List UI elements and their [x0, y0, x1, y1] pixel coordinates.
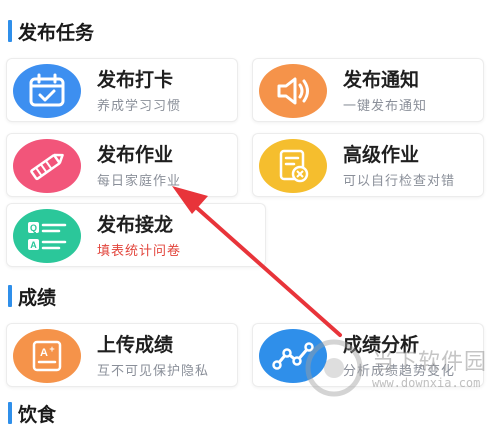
advanced-homework-card[interactable]: 高级作业 可以自行检查对错 — [252, 133, 484, 197]
section-title-publish: 发布任务 — [8, 20, 95, 44]
svg-text:Q: Q — [30, 223, 37, 233]
card-title: 发布打卡 — [97, 69, 174, 91]
card-title: 发布接龙 — [97, 214, 174, 236]
section-title-text: 饮食 — [18, 403, 57, 426]
publish-notice-card[interactable]: 发布通知 一键发布通知 — [252, 58, 484, 122]
card-title: 上传成绩 — [97, 334, 174, 356]
card-title: 发布通知 — [343, 69, 420, 91]
section-accent-bar — [8, 402, 12, 424]
qa-list-icon: Q A — [13, 209, 81, 263]
section-title-text: 成绩 — [18, 286, 57, 309]
card-subtitle: 养成学习习惯 — [97, 99, 182, 114]
section-title-next: 饮食 — [8, 402, 57, 426]
pencil-icon — [13, 139, 81, 193]
card-title: 成绩分析 — [343, 334, 420, 356]
score-analysis-card[interactable]: 成绩分析 分析成绩趋势变化 — [252, 323, 484, 387]
document-check-icon — [259, 139, 327, 193]
card-subtitle: 互不可见保护隐私 — [97, 364, 210, 379]
publish-checkin-card[interactable]: 发布打卡 养成学习习惯 — [6, 58, 238, 122]
section-title-scores: 成绩 — [8, 285, 57, 309]
grade-sheet-icon: A + — [13, 329, 81, 383]
publish-homework-card[interactable]: 发布作业 每日家庭作业 — [6, 133, 238, 197]
section-accent-bar — [8, 285, 12, 307]
calendar-check-icon — [13, 64, 81, 118]
publish-relay-card[interactable]: Q A 发布接龙 填表统计问卷 — [6, 203, 266, 267]
speaker-icon — [259, 64, 327, 118]
card-title: 发布作业 — [97, 144, 174, 166]
trend-line-icon — [259, 329, 327, 383]
svg-text:A: A — [40, 347, 48, 359]
section-title-text: 发布任务 — [18, 21, 95, 44]
svg-text:A: A — [30, 240, 37, 250]
card-subtitle: 分析成绩趋势变化 — [343, 364, 456, 379]
card-title: 高级作业 — [343, 144, 420, 166]
card-subtitle: 填表统计问卷 — [97, 244, 182, 259]
svg-text:+: + — [49, 344, 54, 354]
section-accent-bar — [8, 20, 12, 42]
card-subtitle: 每日家庭作业 — [97, 174, 182, 189]
upload-scores-card[interactable]: A + 上传成绩 互不可见保护隐私 — [6, 323, 238, 387]
card-subtitle: 可以自行检查对错 — [343, 174, 456, 189]
card-subtitle: 一键发布通知 — [343, 99, 428, 114]
